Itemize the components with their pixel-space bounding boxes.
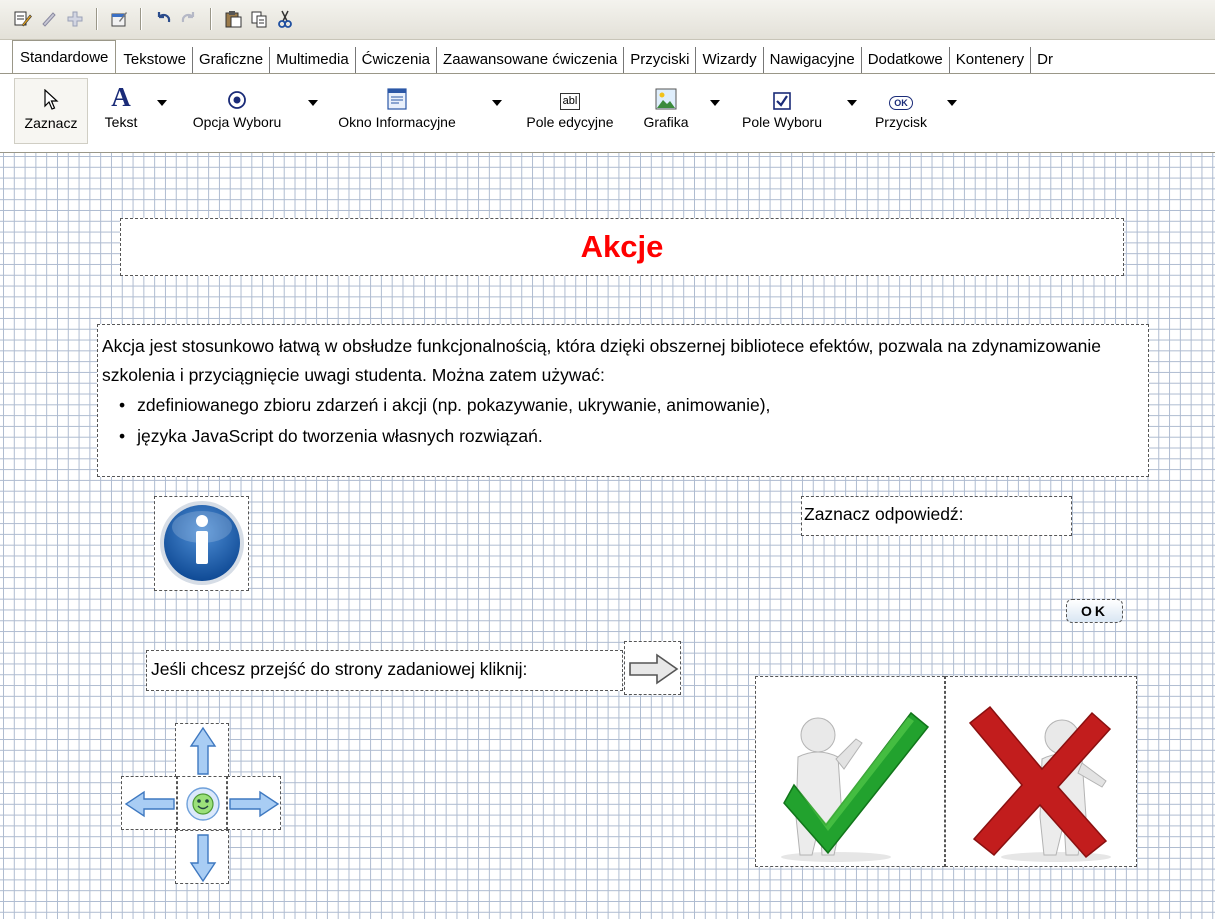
text-tool-label: Tekst bbox=[104, 114, 138, 130]
button-tool-button[interactable]: OK Przycisk bbox=[866, 84, 936, 130]
redo-icon[interactable] bbox=[178, 8, 200, 30]
person-checkmark-icon bbox=[781, 711, 930, 862]
person-cross-icon bbox=[968, 705, 1112, 862]
nav-left-button[interactable] bbox=[121, 776, 177, 830]
button-dropdown-arrow[interactable] bbox=[947, 100, 957, 106]
ok-button[interactable]: OK bbox=[1066, 599, 1123, 623]
edit-page-icon[interactable] bbox=[12, 8, 34, 30]
tab-graficzne[interactable]: Graficzne bbox=[191, 47, 269, 73]
answer-prompt-box[interactable]: Zaznacz odpowiedź: bbox=[801, 496, 1072, 536]
tab-nawigacyjne[interactable]: Nawigacyjne bbox=[762, 47, 861, 73]
intro-paragraph: Akcja jest stosunkowo łatwą w obsłudze f… bbox=[102, 336, 1102, 385]
info-image-box[interactable] bbox=[154, 496, 249, 591]
toolbar-separator bbox=[210, 8, 212, 30]
text-tool-button[interactable]: A Tekst bbox=[96, 82, 146, 131]
info-window-icon bbox=[314, 84, 480, 110]
up-arrow-icon bbox=[189, 726, 217, 775]
properties-icon[interactable] bbox=[108, 8, 130, 30]
radio-tool-button[interactable]: Opcja Wyboru bbox=[178, 84, 296, 130]
tab-standardowe[interactable]: Standardowe bbox=[12, 40, 117, 73]
ok-button-icon-text: OK bbox=[889, 96, 913, 110]
picture-icon bbox=[634, 84, 698, 110]
info-window-tool-button[interactable]: Okno Informacyjne bbox=[314, 84, 480, 130]
paste-icon[interactable] bbox=[222, 8, 244, 30]
tab-cwiczenia[interactable]: Ćwiczenia bbox=[354, 47, 436, 73]
graphic-dropdown-arrow[interactable] bbox=[710, 100, 720, 106]
radio-button-icon bbox=[178, 84, 296, 110]
info-icon bbox=[160, 501, 244, 585]
edit-field-tool-button[interactable]: abl Pole edycyjne bbox=[514, 84, 626, 130]
text-box[interactable]: Akcja jest stosunkowo łatwą w obsłudze f… bbox=[97, 324, 1149, 477]
edit-icon[interactable] bbox=[38, 8, 60, 30]
toolbar-separator bbox=[140, 8, 142, 30]
graphic-tool-button[interactable]: Grafika bbox=[634, 84, 698, 130]
goto-text-box[interactable]: Jeśli chcesz przejść do strony zadaniowe… bbox=[146, 650, 623, 691]
main-toolbar bbox=[0, 0, 1215, 40]
list-item: języka JavaScript do tworzenia własnych … bbox=[137, 421, 1144, 452]
cut-icon[interactable] bbox=[274, 8, 296, 30]
select-tool-button[interactable]: Zaznacz bbox=[14, 78, 88, 144]
wrong-answer-image[interactable] bbox=[945, 676, 1137, 867]
tab-wizardy[interactable]: Wizardy bbox=[695, 47, 762, 73]
tab-dodatkowe[interactable]: Dodatkowe bbox=[860, 47, 949, 73]
info-window-dropdown-arrow[interactable] bbox=[492, 100, 502, 106]
right-arrow-icon bbox=[229, 790, 280, 818]
graphic-tool-label: Grafika bbox=[643, 114, 689, 130]
tab-dr[interactable]: Dr bbox=[1030, 47, 1059, 73]
smiley-icon bbox=[186, 787, 220, 821]
undo-icon[interactable] bbox=[152, 8, 174, 30]
add-icon[interactable] bbox=[64, 8, 86, 30]
goto-arrow-button[interactable] bbox=[624, 641, 681, 695]
tab-zaawansowane-cwiczenia[interactable]: Zaawansowane ćwiczenia bbox=[436, 47, 623, 73]
text-tool-dropdown-arrow[interactable] bbox=[157, 100, 167, 106]
left-arrow-icon bbox=[124, 790, 175, 818]
nav-right-button[interactable] bbox=[227, 776, 281, 830]
tab-przyciski[interactable]: Przyciski bbox=[623, 47, 695, 73]
bullet-list: zdefiniowanego zbioru zdarzeń i akcji (n… bbox=[137, 390, 1144, 452]
nav-home-button[interactable] bbox=[177, 776, 227, 830]
tab-kontenery[interactable]: Kontenery bbox=[948, 47, 1030, 73]
radio-tool-label: Opcja Wyboru bbox=[192, 114, 282, 130]
list-item: zdefiniowanego zbioru zdarzeń i akcji (n… bbox=[137, 390, 1144, 421]
tab-tekstowe[interactable]: Tekstowe bbox=[117, 47, 192, 73]
title-box[interactable]: Akcje bbox=[120, 218, 1124, 276]
edit-field-icon-text: abl bbox=[559, 93, 581, 110]
checkbox-tool-button[interactable]: Pole Wyboru bbox=[730, 84, 834, 130]
checkbox-tool-label: Pole Wyboru bbox=[741, 114, 823, 130]
page-title: Akcje bbox=[580, 229, 664, 264]
nav-up-button[interactable] bbox=[175, 723, 229, 777]
right-arrow-icon bbox=[629, 653, 679, 685]
ok-button-icon: OK bbox=[866, 84, 936, 110]
ribbon: Zaznacz A Tekst Opcja Wyboru Okno Inform… bbox=[0, 73, 1215, 153]
toolbar-separator bbox=[96, 8, 98, 30]
tab-multimedia[interactable]: Multimedia bbox=[269, 47, 355, 73]
nav-down-button[interactable] bbox=[175, 830, 229, 884]
goto-label: Jeśli chcesz przejść do strony zadaniowe… bbox=[151, 659, 528, 679]
cursor-icon bbox=[15, 85, 87, 111]
down-arrow-icon bbox=[189, 834, 217, 883]
button-tool-label: Przycisk bbox=[874, 114, 928, 130]
edit-field-icon: abl bbox=[514, 84, 626, 110]
checkbox-icon bbox=[730, 84, 834, 110]
correct-answer-image[interactable] bbox=[755, 676, 945, 867]
tab-strip: Standardowe Tekstowe Graficzne Multimedi… bbox=[12, 40, 1215, 73]
edit-field-tool-label: Pole edycyjne bbox=[526, 114, 614, 130]
design-canvas[interactable]: Akcje Akcja jest stosunkowo łatwą w obsł… bbox=[0, 153, 1215, 919]
select-tool-label: Zaznacz bbox=[24, 115, 78, 131]
answer-prompt-label: Zaznacz odpowiedź: bbox=[804, 504, 964, 524]
copy-icon[interactable] bbox=[248, 8, 270, 30]
text-a-icon: A bbox=[111, 82, 131, 112]
checkbox-dropdown-arrow[interactable] bbox=[847, 100, 857, 106]
info-window-tool-label: Okno Informacyjne bbox=[338, 114, 456, 130]
